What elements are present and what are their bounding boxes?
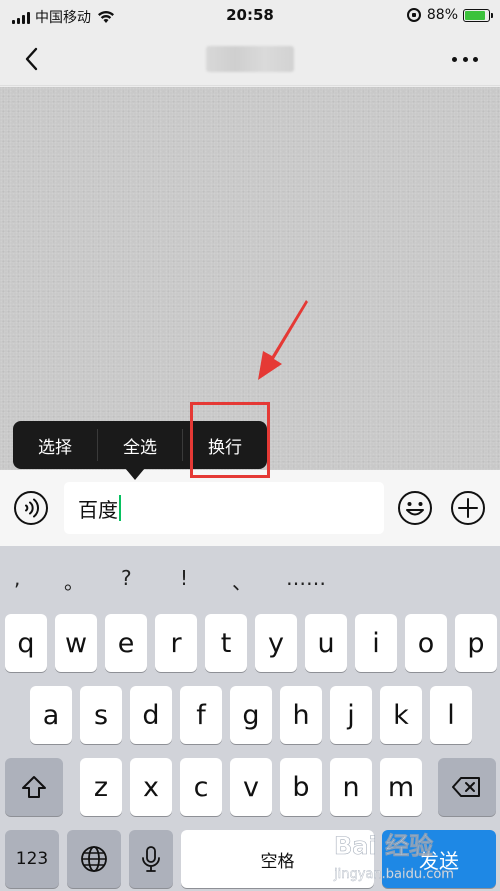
key-q[interactable]: q [5, 614, 47, 672]
space-key[interactable]: 空格 [181, 830, 374, 888]
key-y[interactable]: y [255, 614, 297, 672]
status-bar: 中国移动 20:58 88% [0, 0, 500, 32]
globe-key[interactable] [67, 830, 121, 888]
annotation-arrow-icon [258, 300, 308, 380]
punct-key[interactable]: …… [286, 566, 326, 590]
microphone-key[interactable] [129, 830, 173, 888]
key-f[interactable]: f [180, 686, 222, 744]
key-k[interactable]: k [380, 686, 422, 744]
key-u[interactable]: u [305, 614, 347, 672]
key-r[interactable]: r [155, 614, 197, 672]
menu-item-select-all[interactable]: 全选 [98, 421, 182, 469]
key-z[interactable]: z [80, 758, 122, 816]
send-button[interactable]: 发送 [382, 830, 496, 888]
key-a[interactable]: a [30, 686, 72, 744]
numbers-key-label: 123 [15, 849, 49, 869]
key-s[interactable]: s [80, 686, 122, 744]
key-b[interactable]: b [280, 758, 322, 816]
annotation-highlight-box [190, 402, 270, 478]
key-l[interactable]: l [430, 686, 472, 744]
key-e[interactable]: e [105, 614, 147, 672]
key-d[interactable]: d [130, 686, 172, 744]
backspace-icon [452, 777, 480, 797]
shift-key[interactable] [5, 758, 63, 816]
key-m[interactable]: m [380, 758, 422, 816]
message-input-text: 百度 [78, 497, 118, 522]
space-key-label: 空格 [260, 851, 295, 872]
key-c[interactable]: c [180, 758, 222, 816]
battery-fill [465, 10, 486, 20]
key-x[interactable]: x [130, 758, 172, 816]
message-input[interactable]: 百度 [64, 482, 384, 534]
key-v[interactable]: v [230, 758, 272, 816]
key-h[interactable]: h [280, 686, 322, 744]
nav-bar [0, 32, 500, 86]
punct-key[interactable]: 、 [232, 566, 252, 595]
blurred-chat-title [206, 46, 294, 72]
globe-icon [81, 846, 107, 872]
status-right: 88% [406, 7, 493, 23]
plus-icon[interactable] [450, 490, 486, 526]
backspace-key[interactable] [438, 758, 496, 816]
microphone-icon [142, 846, 160, 872]
more-options-icon[interactable] [452, 50, 478, 68]
rotation-lock-icon [406, 8, 421, 22]
shift-icon [22, 776, 46, 798]
punctuation-row: , 。 ? ! 、 …… [0, 554, 500, 604]
battery-percent: 88% [426, 7, 458, 23]
battery-icon [463, 8, 493, 22]
key-n[interactable]: n [330, 758, 372, 816]
key-o[interactable]: o [405, 614, 447, 672]
chat-input-bar: 百度 [0, 470, 500, 546]
key-w[interactable]: w [55, 614, 97, 672]
back-chevron-icon[interactable] [18, 44, 48, 74]
send-button-label: 发送 [419, 848, 459, 873]
key-i[interactable]: i [355, 614, 397, 672]
numbers-key[interactable]: 123 [5, 830, 59, 888]
punct-key[interactable]: , [14, 566, 20, 590]
menu-item-select[interactable]: 选择 [13, 421, 97, 469]
punct-key[interactable]: ? [121, 566, 132, 590]
key-t[interactable]: t [205, 614, 247, 672]
keyboard: , 。 ? ! 、 …… q w e r t y u i o p a s d f… [0, 546, 500, 891]
emoji-icon[interactable] [397, 490, 433, 526]
key-j[interactable]: j [330, 686, 372, 744]
key-g[interactable]: g [230, 686, 272, 744]
text-caret [119, 495, 121, 521]
voice-input-icon[interactable] [13, 490, 49, 526]
punct-key[interactable]: ! [180, 566, 188, 590]
punct-key[interactable]: 。 [64, 566, 84, 595]
key-p[interactable]: p [455, 614, 497, 672]
menu-pointer [125, 468, 145, 480]
